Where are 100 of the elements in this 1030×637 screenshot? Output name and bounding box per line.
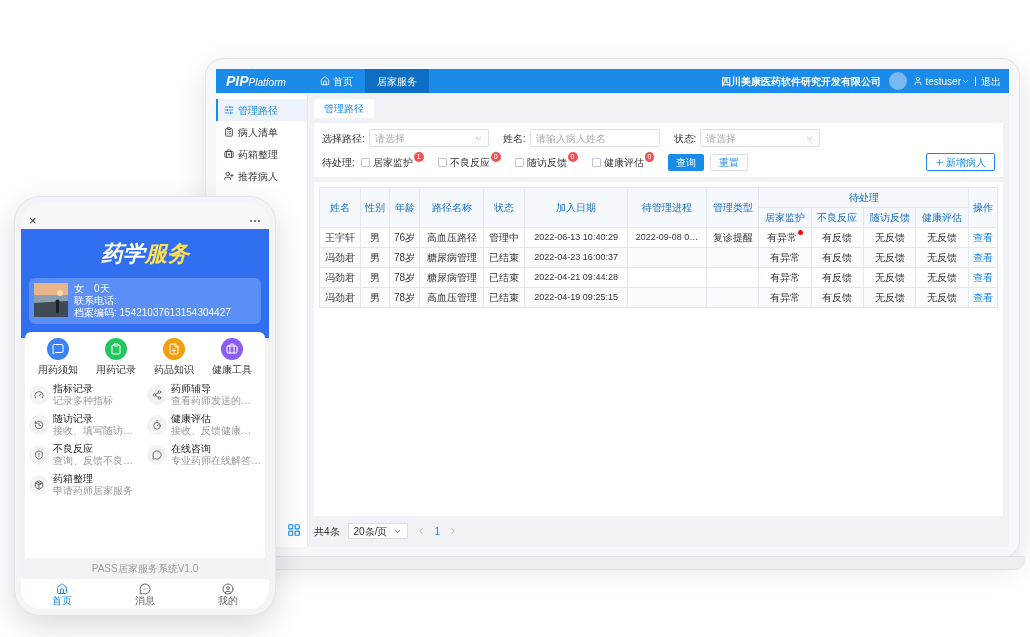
table-cell	[706, 267, 759, 288]
table-cell: 男	[360, 247, 390, 268]
page-size-select[interactable]: 20条/页	[347, 523, 409, 539]
service-item[interactable]: 药箱整理 申请药师居家服务	[29, 473, 143, 497]
shortcut-button[interactable]: 健康工具	[203, 338, 261, 377]
tab-bar-item[interactable]: 消息	[103, 579, 187, 609]
service-item[interactable]: 指标记录 记录多种指标	[29, 383, 143, 407]
table-cell: 已结束	[483, 247, 525, 268]
field-label: 选择路径:	[322, 131, 365, 146]
column-header: 待处理	[758, 187, 969, 208]
user-icon	[913, 76, 924, 86]
chat-icon	[147, 445, 167, 465]
sidebar-item[interactable]: 推荐病人	[216, 165, 307, 187]
service-description: 查询、反馈不良…	[53, 455, 133, 467]
service-description: 接收、填写随访…	[53, 425, 133, 437]
service-title: 在线咨询	[171, 443, 212, 455]
package-icon	[29, 475, 49, 495]
menu-icon	[224, 171, 234, 181]
avatar	[889, 72, 908, 90]
plus-icon	[935, 157, 944, 167]
column-header: 管理类型	[706, 187, 759, 228]
table-cell: 男	[360, 267, 390, 288]
service-description: 接收、反馈健康…	[171, 425, 251, 437]
menu-icon	[224, 149, 234, 159]
column-header: 状态	[483, 187, 525, 228]
logo: PIP	[226, 71, 249, 91]
service-item[interactable]: 健康评估 接收、反馈健康…	[147, 413, 261, 437]
page-tab[interactable]: 管理路径	[314, 99, 374, 118]
sidebar-item[interactable]: 管理路径	[216, 99, 307, 121]
query-button[interactable]: 查询	[668, 153, 705, 171]
nav-tab[interactable]: 居家服务	[365, 69, 429, 93]
service-item[interactable]: 随访记录 接收、填写随访…	[29, 413, 143, 437]
reset-button[interactable]: 重置	[710, 153, 749, 171]
service-item[interactable]: 不良反应 查询、反馈不良…	[29, 443, 143, 467]
logo-suffix: Platform	[248, 75, 286, 90]
add-patient-button[interactable]: 新增病人	[926, 153, 995, 171]
service-title: 不良反应	[53, 443, 94, 455]
nav-tab[interactable]: 首页	[308, 69, 365, 93]
name-field[interactable]: 请输入病人姓名	[529, 129, 660, 147]
field-label: 待处理:	[322, 155, 355, 170]
banner-title: 药学服务	[101, 240, 189, 268]
logout-link[interactable]: 退出	[981, 73, 1001, 89]
shield-icon	[29, 445, 49, 465]
shortcut-button[interactable]: 用药记录	[87, 338, 145, 377]
record-number: 档案编码: 15421037613154304427	[74, 307, 231, 319]
table-cell: 2022-04-19 09:25:15	[524, 287, 628, 308]
table-cell: 复诊提醒	[706, 227, 759, 248]
service-item[interactable]: 在线咨询 专业药师在线解答…	[147, 443, 261, 467]
table-cell: 无反馈	[915, 287, 969, 308]
table-cell: 有异常	[758, 287, 812, 308]
table-cell: 无反馈	[863, 267, 916, 288]
table-cell: 糖尿病管理	[419, 247, 484, 268]
sidebar-item[interactable]: 病人清单	[216, 121, 307, 143]
tab-bar-item[interactable]: 首页	[21, 579, 104, 609]
shortcut-button[interactable]: 药品知识	[145, 338, 203, 377]
table-cell: 2022-06-13 10:40:29	[524, 227, 628, 248]
user-menu[interactable]: testuser	[925, 73, 970, 89]
service-item[interactable]: 药师辅导 查看药师发送的…	[147, 383, 261, 407]
version-text: PASS居家服务系统V1.0	[90, 562, 200, 576]
table-cell: 有异常	[758, 267, 812, 288]
table-cell: 高血压路径	[419, 227, 484, 248]
table-cell: 2022-04-23 16:00:37	[524, 247, 628, 268]
menu-icon	[224, 105, 234, 115]
phone-label: 联系电话:	[74, 295, 118, 307]
checkbox[interactable]	[514, 157, 524, 167]
service-title: 健康评估	[171, 413, 212, 425]
table-cell: 已结束	[483, 287, 525, 308]
table-cell: 2022-04-21 09:44:28	[524, 267, 628, 288]
checkbox-label: 随访反馈	[526, 155, 567, 170]
checkbox[interactable]	[591, 157, 601, 167]
checkbox-label: 居家监护	[372, 155, 413, 170]
app-icon[interactable]	[287, 523, 301, 537]
tab-bar-item[interactable]: 我的	[186, 579, 269, 609]
table-cell: 王宇轩	[319, 227, 361, 248]
column-header: 居家监护	[758, 207, 812, 228]
table-cell: 无反馈	[863, 287, 916, 308]
close-button[interactable]: ×	[29, 214, 37, 227]
days: 0天	[94, 283, 110, 295]
home-icon	[56, 582, 69, 595]
field-label: 状态:	[673, 131, 697, 146]
company-name: 四川美康医药软件研究开发有限公司	[721, 74, 882, 89]
checkbox[interactable]	[437, 157, 447, 167]
column-header: 年龄	[389, 187, 420, 228]
table-cell: 78岁	[389, 267, 420, 288]
page-number[interactable]: 1	[434, 523, 441, 539]
chat-icon	[139, 582, 151, 595]
checkbox[interactable]	[360, 157, 370, 167]
sidebar-item[interactable]: 药箱整理	[216, 143, 307, 165]
column-header: 待管理进程	[627, 187, 707, 228]
table-cell: 78岁	[389, 247, 420, 268]
shortcut-button[interactable]: 用药须知	[29, 338, 87, 377]
gender: 女	[74, 283, 84, 295]
table-cell: 有异常	[758, 247, 812, 268]
table-cell: 有异常	[758, 227, 812, 248]
column-header: 加入日期	[524, 187, 628, 228]
table-cell: 糖尿病管理	[419, 267, 484, 288]
checkbox-label: 健康评估	[603, 155, 644, 170]
column-header: 随访反馈	[863, 207, 916, 228]
table-cell	[706, 287, 759, 308]
more-button[interactable]: ⋯	[249, 215, 261, 227]
